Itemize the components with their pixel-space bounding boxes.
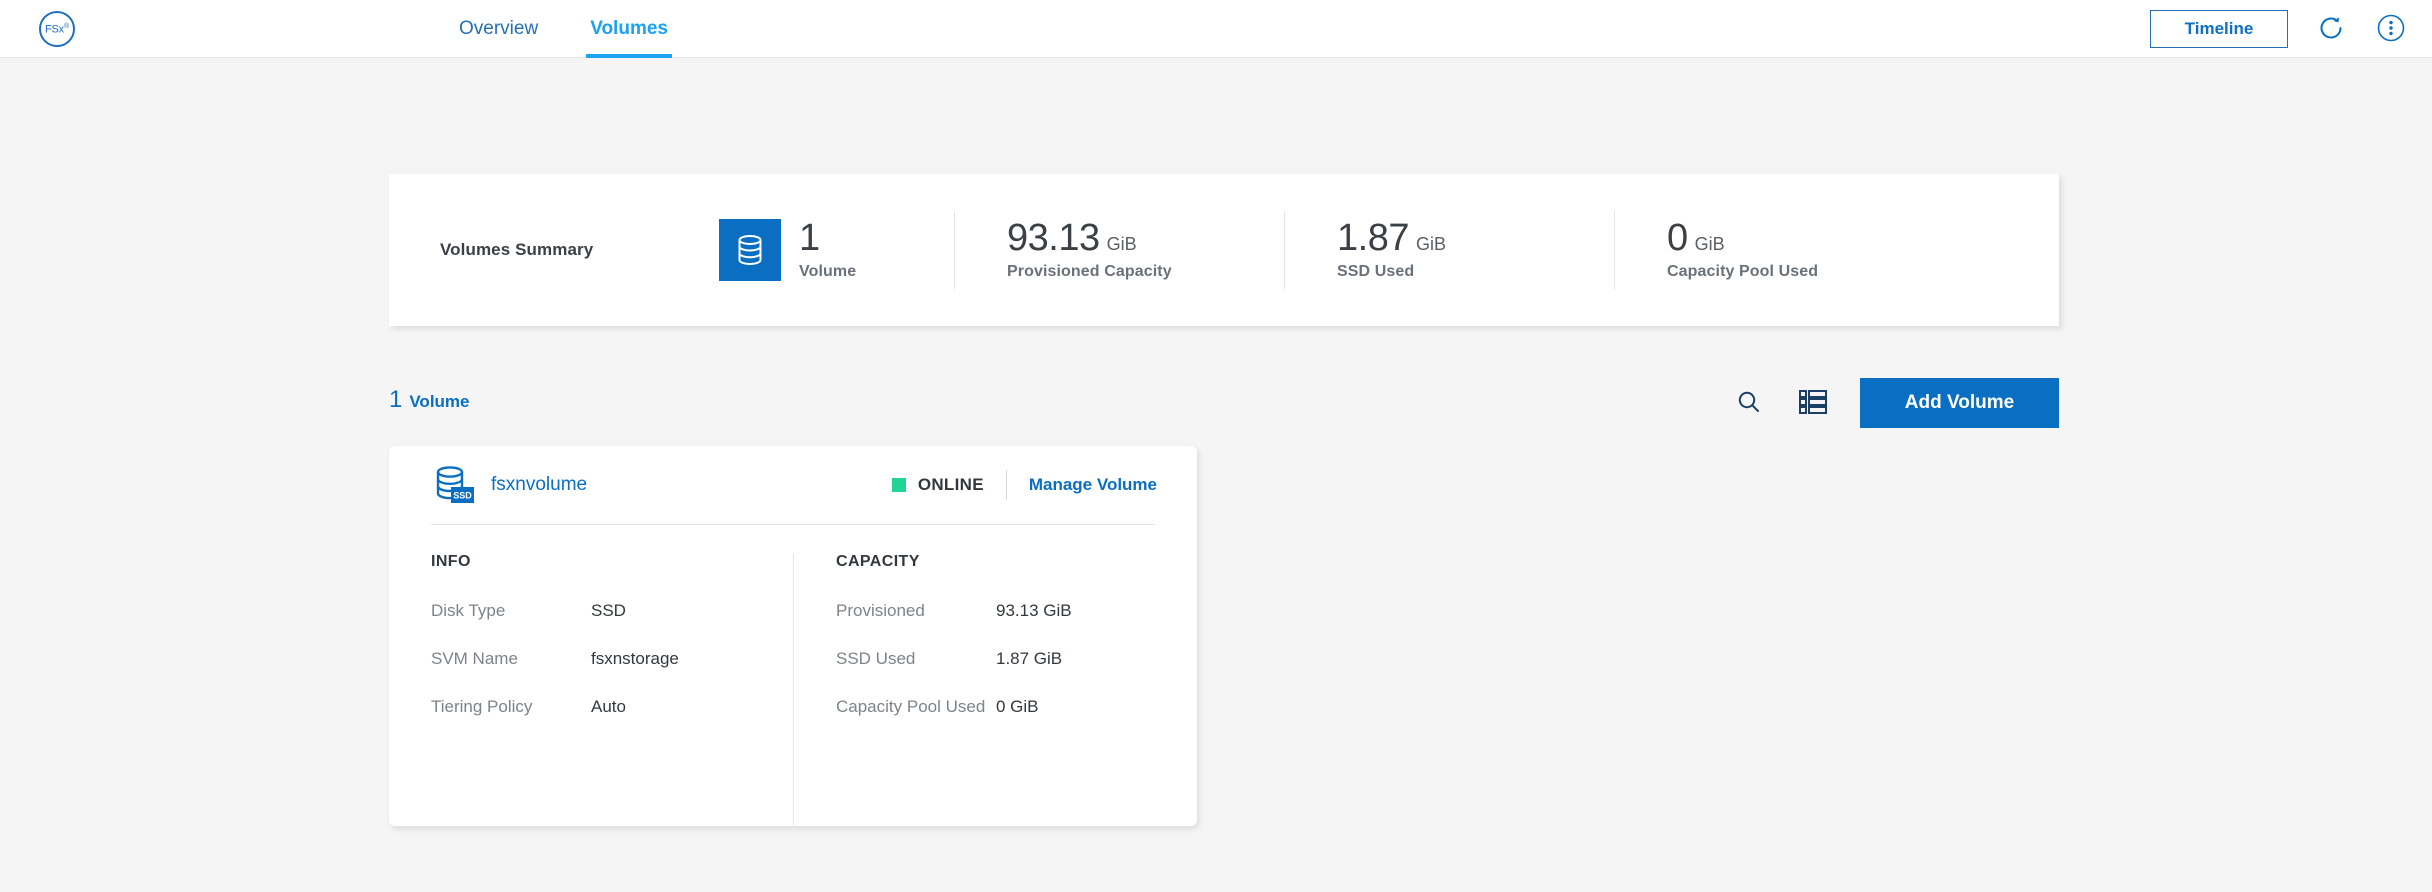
field-label: SVM Name: [431, 648, 518, 668]
metric-label: Provisioned Capacity: [1007, 262, 1172, 280]
volume-count-number: 1: [389, 386, 403, 413]
volume-ssd-database-icon: SSD: [431, 463, 475, 507]
more-options-button[interactable]: [2374, 12, 2408, 46]
volume-capacity-section: CAPACITY Provisioned 93.13 GiB SSD Used …: [793, 553, 1197, 825]
refresh-icon: [2317, 14, 2345, 45]
refresh-button[interactable]: [2314, 12, 2348, 46]
field-label: Capacity Pool Used: [836, 696, 986, 716]
summary-title: Volumes Summary: [440, 240, 594, 259]
field-value: 93.13 GiB: [996, 601, 1072, 620]
tab-overview[interactable]: Overview: [455, 0, 542, 58]
volume-card-header-actions: ONLINE Manage Volume: [891, 470, 1157, 500]
manage-volume-link[interactable]: Manage Volume: [1029, 475, 1157, 495]
more-vertical-icon: [2376, 13, 2406, 46]
field-label: SSD Used: [836, 648, 916, 668]
volume-card: SSD fsxnvolume ONLINE Manage Volume INFO…: [389, 446, 1197, 826]
volume-name-link[interactable]: fsxnvolume: [491, 474, 587, 496]
volume-info-section: INFO Disk Type SSD SVM Name fsxnstorage …: [389, 553, 793, 825]
metric-ssd-used: 1.87 GiB SSD Used: [1284, 211, 1614, 289]
metric-value: 1: [799, 217, 820, 260]
toolbar-actions: Add Volume: [1732, 378, 2059, 428]
tab-volumes-label: Volumes: [590, 18, 668, 39]
metric-capacity-pool-used: 0 GiB Capacity Pool Used: [1614, 211, 1944, 289]
info-row-svm-name: SVM Name fsxnstorage: [431, 648, 763, 671]
info-section-title: INFO: [431, 553, 471, 570]
volume-card-body: INFO Disk Type SSD SVM Name fsxnstorage …: [389, 525, 1197, 825]
metric-label: Capacity Pool Used: [1667, 262, 1819, 280]
field-label: Tiering Policy: [431, 696, 533, 716]
header-actions: Timeline: [2150, 0, 2408, 58]
volume-count: 1 Volume: [389, 386, 470, 414]
divider: [1005, 470, 1007, 500]
status-badge: ONLINE: [917, 475, 984, 494]
volumes-summary-card: Volumes Summary 1 Volume 93.13 GiB Provi…: [389, 174, 2059, 326]
status-indicator-icon: [891, 478, 906, 492]
metric-label: Volume: [799, 262, 857, 280]
field-value: 0 GiB: [996, 696, 1039, 716]
metric-unit: GiB: [1415, 234, 1446, 255]
add-volume-button[interactable]: Add Volume: [1860, 378, 2059, 428]
info-row-tiering-policy: Tiering Policy Auto: [431, 696, 763, 719]
field-value: Auto: [591, 696, 626, 716]
svg-text:SSD: SSD: [453, 491, 472, 501]
metric-value: 1.87: [1337, 217, 1409, 260]
field-label: Provisioned: [836, 601, 925, 620]
metric-provisioned-capacity: 93.13 GiB Provisioned Capacity: [954, 211, 1284, 289]
metric-unit: GiB: [1694, 234, 1725, 255]
tab-volumes[interactable]: Volumes: [586, 0, 672, 58]
capacity-section-title: CAPACITY: [836, 553, 920, 570]
fsx-logo[interactable]: FSx®: [38, 10, 76, 48]
metric-value: 0: [1667, 217, 1688, 260]
metric-label: SSD Used: [1337, 262, 1415, 280]
capacity-row-provisioned: Provisioned 93.13 GiB: [836, 600, 1167, 623]
search-button[interactable]: [1732, 386, 1766, 420]
summary-metrics: 1 Volume 93.13 GiB Provisioned Capacity: [719, 174, 1944, 326]
metric-volume-count: 1 Volume: [719, 211, 954, 289]
main-nav: Overview Volumes: [455, 0, 672, 58]
list-view-button[interactable]: [1796, 386, 1830, 420]
app-header: FSx® Overview Volumes Timeline: [0, 0, 2432, 58]
tab-overview-label: Overview: [459, 18, 539, 39]
field-value: SSD: [591, 601, 626, 620]
logo-circle: FSx®: [39, 11, 75, 47]
capacity-row-capacity-pool-used: Capacity Pool Used 0 GiB: [836, 696, 1167, 719]
field-value: fsxnstorage: [591, 648, 679, 668]
info-row-disk-type: Disk Type SSD: [431, 600, 763, 623]
metric-unit: GiB: [1106, 234, 1137, 255]
field-value: 1.87 GiB: [996, 648, 1063, 668]
field-label: Disk Type: [431, 601, 506, 620]
capacity-row-ssd-used: SSD Used 1.87 GiB: [836, 648, 1167, 671]
page-content: Volumes Summary 1 Volume 93.13 GiB Provi…: [0, 58, 2432, 892]
volumes-list-toolbar: 1 Volume Add Volume: [389, 378, 2059, 432]
volume-count-label: Volume: [409, 392, 470, 411]
list-view-icon: [1799, 389, 1827, 418]
metric-value: 93.13: [1007, 217, 1100, 260]
search-icon: [1736, 389, 1762, 418]
timeline-button[interactable]: Timeline: [2150, 10, 2288, 48]
volume-card-header: SSD fsxnvolume ONLINE Manage Volume: [389, 446, 1197, 524]
logo-label: FSx®: [45, 22, 69, 36]
volume-database-icon: [719, 219, 781, 281]
